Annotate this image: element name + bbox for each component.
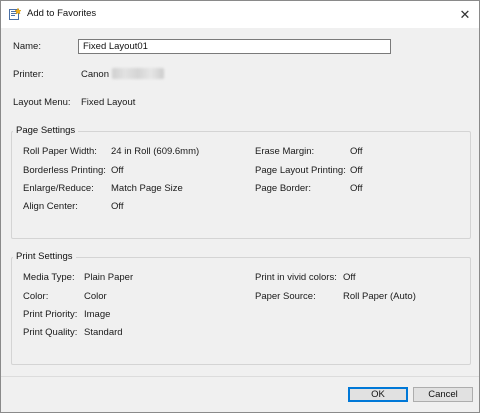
window-title: Add to Favorites	[27, 8, 97, 19]
layout-menu-label: Layout Menu:	[13, 97, 71, 108]
vivid-colors-label: Print in vivid colors:	[255, 272, 337, 283]
ok-button[interactable]: OK	[348, 387, 408, 402]
add-to-favorites-dialog: Add to Favorites ✕ Name: Fixed Layout01 …	[0, 0, 480, 413]
align-center-value: Off	[111, 201, 124, 212]
borderless-printing-label: Borderless Printing:	[23, 165, 106, 176]
page-layout-printing-label: Page Layout Printing:	[255, 165, 346, 176]
title-bar: Add to Favorites ✕	[1, 1, 479, 28]
cancel-button[interactable]: Cancel	[413, 387, 473, 402]
dialog-content: Name: Fixed Layout01 Printer: Canon Layo…	[1, 28, 479, 412]
name-field[interactable]: Fixed Layout01	[78, 39, 391, 54]
align-center-label: Align Center:	[23, 201, 78, 212]
name-label: Name:	[13, 41, 41, 52]
color-value: Color	[84, 291, 107, 302]
vivid-colors-value: Off	[343, 272, 356, 283]
enlarge-reduce-value: Match Page Size	[111, 183, 183, 194]
paper-source-label: Paper Source:	[255, 291, 316, 302]
page-layout-printing-value: Off	[350, 165, 363, 176]
printer-value: Canon	[81, 69, 109, 80]
page-border-label: Page Border:	[255, 183, 311, 194]
page-border-value: Off	[350, 183, 363, 194]
print-quality-label: Print Quality:	[23, 327, 78, 338]
enlarge-reduce-label: Enlarge/Reduce:	[23, 183, 94, 194]
paper-source-value: Roll Paper (Auto)	[343, 291, 416, 302]
erase-margin-label: Erase Margin:	[255, 146, 315, 157]
print-priority-label: Print Priority:	[23, 309, 78, 320]
roll-paper-width-label: Roll Paper Width:	[23, 146, 97, 157]
printer-label: Printer:	[13, 69, 44, 80]
print-settings-title: Print Settings	[13, 251, 76, 262]
print-settings-group	[11, 257, 471, 365]
close-icon: ✕	[459, 6, 471, 22]
erase-margin-value: Off	[350, 146, 363, 157]
media-type-value: Plain Paper	[84, 272, 134, 283]
print-priority-value: Image	[84, 309, 111, 320]
borderless-printing-value: Off	[111, 165, 124, 176]
favorites-icon	[9, 8, 21, 20]
print-quality-value: Standard	[84, 327, 123, 338]
media-type-label: Media Type:	[23, 272, 75, 283]
redacted-printer-model	[112, 68, 164, 79]
color-label: Color:	[23, 291, 49, 302]
close-button[interactable]: ✕	[451, 1, 479, 28]
roll-paper-width-value: 24 in Roll (609.6mm)	[111, 146, 200, 157]
page-settings-title: Page Settings	[13, 125, 79, 136]
dialog-footer: OK Cancel	[1, 376, 479, 412]
layout-menu-value: Fixed Layout	[81, 97, 136, 108]
